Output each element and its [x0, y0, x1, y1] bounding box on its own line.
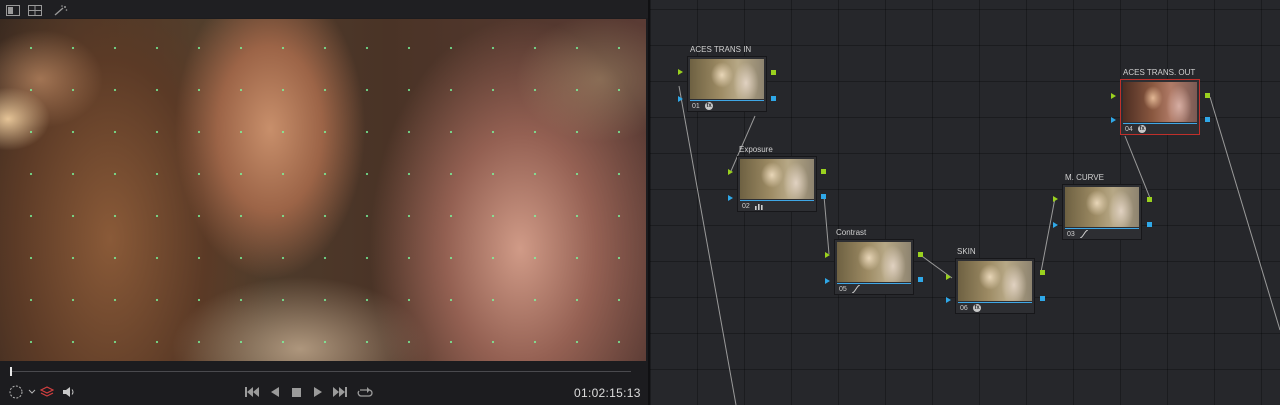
- volume-icon[interactable]: [62, 385, 76, 399]
- layers-icon[interactable]: [40, 385, 54, 399]
- split-screen-icon[interactable]: [28, 3, 42, 16]
- node-04-key-input[interactable]: [1111, 117, 1116, 123]
- node-02-key-input[interactable]: [728, 195, 733, 201]
- node-01-key-output[interactable]: [771, 96, 776, 101]
- node-02-rgb-input[interactable]: [728, 169, 733, 175]
- node-key-bar: [958, 302, 1032, 303]
- node-03-rgb-output[interactable]: [1147, 197, 1152, 202]
- node-04-rgb-output[interactable]: [1205, 93, 1210, 98]
- wire-04-to-output: [1209, 96, 1280, 331]
- node-01-rgb-input[interactable]: [678, 69, 683, 75]
- node-thumbnail: [1123, 82, 1197, 122]
- node-04[interactable]: 04 fx: [1120, 79, 1200, 135]
- node-thumbnail: [1065, 187, 1139, 227]
- magic-wand-icon[interactable]: [54, 3, 68, 16]
- node-03-key-input[interactable]: [1053, 222, 1058, 228]
- fx-icon: fx: [1138, 125, 1146, 133]
- bars-icon: [755, 202, 763, 210]
- curve-icon: [851, 284, 861, 294]
- node-02[interactable]: 02: [737, 156, 817, 212]
- node-number: 01: [692, 103, 700, 110]
- node-02-label: Exposure: [739, 145, 773, 154]
- node-06-key-input[interactable]: [946, 297, 951, 303]
- node-04-rgb-input[interactable]: [1111, 93, 1116, 99]
- wire-02-to-05: [823, 195, 830, 255]
- node-06[interactable]: 06 fx: [955, 258, 1035, 314]
- node-number: 03: [1067, 231, 1075, 238]
- scrubber-track[interactable]: [10, 371, 631, 372]
- node-02-rgb-output[interactable]: [821, 169, 826, 174]
- node-key-bar: [1123, 123, 1197, 124]
- stop-button[interactable]: [291, 385, 301, 399]
- node-06-rgb-output[interactable]: [1040, 270, 1045, 275]
- curve-icon: [1079, 229, 1089, 239]
- node-01-rgb-output[interactable]: [771, 70, 776, 75]
- node-01[interactable]: 01 fx: [687, 56, 767, 112]
- node-02-key-output[interactable]: [821, 194, 826, 199]
- node-thumbnail: [958, 261, 1032, 301]
- fx-icon: fx: [973, 304, 981, 312]
- node-thumbnail: [837, 242, 911, 282]
- wire-source-to-01: [678, 85, 737, 405]
- node-06-label: SKIN: [957, 247, 976, 256]
- node-key-bar: [690, 100, 764, 101]
- node-03-label: M. CURVE: [1065, 173, 1104, 182]
- overlay-selector-icon[interactable]: [8, 385, 36, 399]
- fx-icon: fx: [705, 102, 713, 110]
- go-to-first-frame-button[interactable]: [245, 385, 259, 399]
- node-thumbnail: [740, 159, 814, 199]
- node-04-key-output[interactable]: [1205, 117, 1210, 122]
- node-03[interactable]: 03: [1062, 184, 1142, 240]
- node-04-label: ACES TRANS. OUT: [1123, 68, 1196, 77]
- node-number: 05: [839, 286, 847, 293]
- playhead[interactable]: [10, 367, 12, 376]
- node-03-key-output[interactable]: [1147, 222, 1152, 227]
- node-05-key-input[interactable]: [825, 278, 830, 284]
- loop-icon[interactable]: [357, 385, 373, 399]
- transport-bar: [0, 380, 648, 405]
- node-thumbnail: [690, 59, 764, 99]
- node-number: 02: [742, 203, 750, 210]
- node-number: 04: [1125, 126, 1133, 133]
- node-01-label: ACES TRANS IN: [690, 45, 752, 54]
- node-06-rgb-input[interactable]: [946, 274, 951, 280]
- viewer-toolbar: [0, 0, 648, 18]
- node-05-rgb-input[interactable]: [825, 252, 830, 258]
- node-key-bar: [740, 200, 814, 201]
- video-frame[interactable]: [0, 19, 646, 361]
- viewer-grid-overlay: [0, 19, 646, 361]
- play-button[interactable]: [313, 385, 323, 399]
- timecode: 01:02:15:13: [574, 386, 641, 400]
- node-key-bar: [1065, 228, 1139, 229]
- viewer-panel: 01:02:15:13: [0, 0, 648, 405]
- node-05-rgb-output[interactable]: [918, 252, 923, 257]
- node-05[interactable]: 05: [834, 239, 914, 295]
- single-viewer-icon[interactable]: [6, 3, 20, 16]
- wire-06-to-03: [1040, 197, 1056, 273]
- reverse-play-button[interactable]: [270, 385, 280, 399]
- go-to-last-frame-button[interactable]: [333, 385, 347, 399]
- node-06-key-output[interactable]: [1040, 296, 1045, 301]
- node-key-bar: [837, 283, 911, 284]
- node-graph[interactable]: ACES TRANS IN 01 fx Exposure 02 Contrast…: [650, 0, 1280, 405]
- node-05-label: Contrast: [836, 228, 867, 237]
- node-01-key-input[interactable]: [678, 96, 683, 102]
- node-05-key-output[interactable]: [918, 277, 923, 282]
- node-03-rgb-input[interactable]: [1053, 196, 1058, 202]
- node-number: 06: [960, 305, 968, 312]
